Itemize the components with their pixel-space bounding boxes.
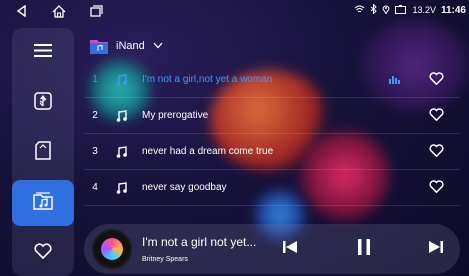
pause-button[interactable]	[354, 238, 374, 261]
sidebar-item-usb[interactable]	[12, 80, 74, 126]
bluetooth-icon	[370, 3, 378, 16]
wifi-icon	[354, 5, 365, 16]
pause-icon	[356, 238, 372, 261]
now-playing-bar[interactable]: I'm not a girl not yet... Britney Spears	[84, 224, 460, 274]
track-number: 1	[92, 74, 98, 85]
heart-icon	[34, 242, 52, 264]
source-sidebar	[12, 28, 74, 276]
status-indicators: 13.2V 11:46	[354, 3, 466, 16]
track-row[interactable]: 3 never had a dream come true	[84, 134, 460, 170]
track-title: I'm not a girl,not yet a woman	[142, 74, 273, 85]
recent-apps-icon[interactable]	[88, 3, 104, 19]
track-row[interactable]: 2 My prerogative	[84, 98, 460, 134]
storage-selector[interactable]: iNand	[90, 36, 163, 56]
status-bar: 13.2V 11:46	[0, 0, 469, 22]
sd-card-icon	[34, 141, 52, 165]
album-art	[101, 238, 123, 260]
usb-icon	[34, 91, 52, 115]
home-icon[interactable]	[51, 3, 67, 19]
list-icon	[34, 43, 52, 63]
album-art-disc[interactable]	[94, 231, 130, 267]
battery-icon	[395, 4, 407, 16]
voltage-readout: 13.2V	[412, 5, 436, 15]
equalizer-icon	[389, 75, 400, 87]
next-track-button[interactable]	[426, 239, 446, 259]
music-folder-icon	[33, 191, 53, 216]
music-note-icon	[116, 145, 138, 158]
track-row[interactable]: 1 I'm not a girl,not yet a woman	[84, 62, 460, 98]
track-title: never say goodbay	[142, 182, 227, 193]
skip-previous-icon	[282, 239, 298, 260]
sidebar-item-favorites[interactable]	[12, 230, 74, 276]
music-note-icon	[116, 181, 138, 194]
track-number: 2	[92, 110, 98, 121]
back-icon[interactable]	[14, 3, 30, 19]
track-title: never had a dream come true	[142, 146, 274, 157]
track-row[interactable]: 4 never say goodbay	[84, 170, 460, 206]
now-playing-title: I'm not a girl not yet...	[142, 235, 257, 249]
track-number: 4	[92, 182, 98, 193]
sidebar-item-sd-card[interactable]	[12, 130, 74, 176]
storage-label: iNand	[116, 40, 145, 52]
favorite-heart-icon[interactable]	[429, 108, 444, 124]
track-number: 3	[92, 146, 98, 157]
chevron-down-icon	[153, 40, 163, 52]
track-title: My prerogative	[142, 110, 209, 121]
location-icon	[382, 4, 390, 16]
sidebar-item-music-folder[interactable]	[12, 180, 74, 226]
previous-track-button[interactable]	[280, 239, 300, 259]
music-folder-icon	[90, 39, 108, 54]
favorite-heart-icon[interactable]	[429, 144, 444, 160]
favorite-heart-icon[interactable]	[429, 180, 444, 196]
track-list: 1 I'm not a girl,not yet a woman 2 My pr…	[84, 62, 460, 206]
favorite-heart-icon[interactable]	[429, 72, 444, 88]
sidebar-item-menu[interactable]	[12, 30, 74, 76]
clock: 11:46	[440, 4, 466, 16]
music-note-icon	[116, 109, 138, 122]
music-note-icon	[116, 73, 138, 86]
skip-next-icon	[428, 239, 444, 260]
now-playing-artist: Britney Spears	[142, 256, 188, 263]
